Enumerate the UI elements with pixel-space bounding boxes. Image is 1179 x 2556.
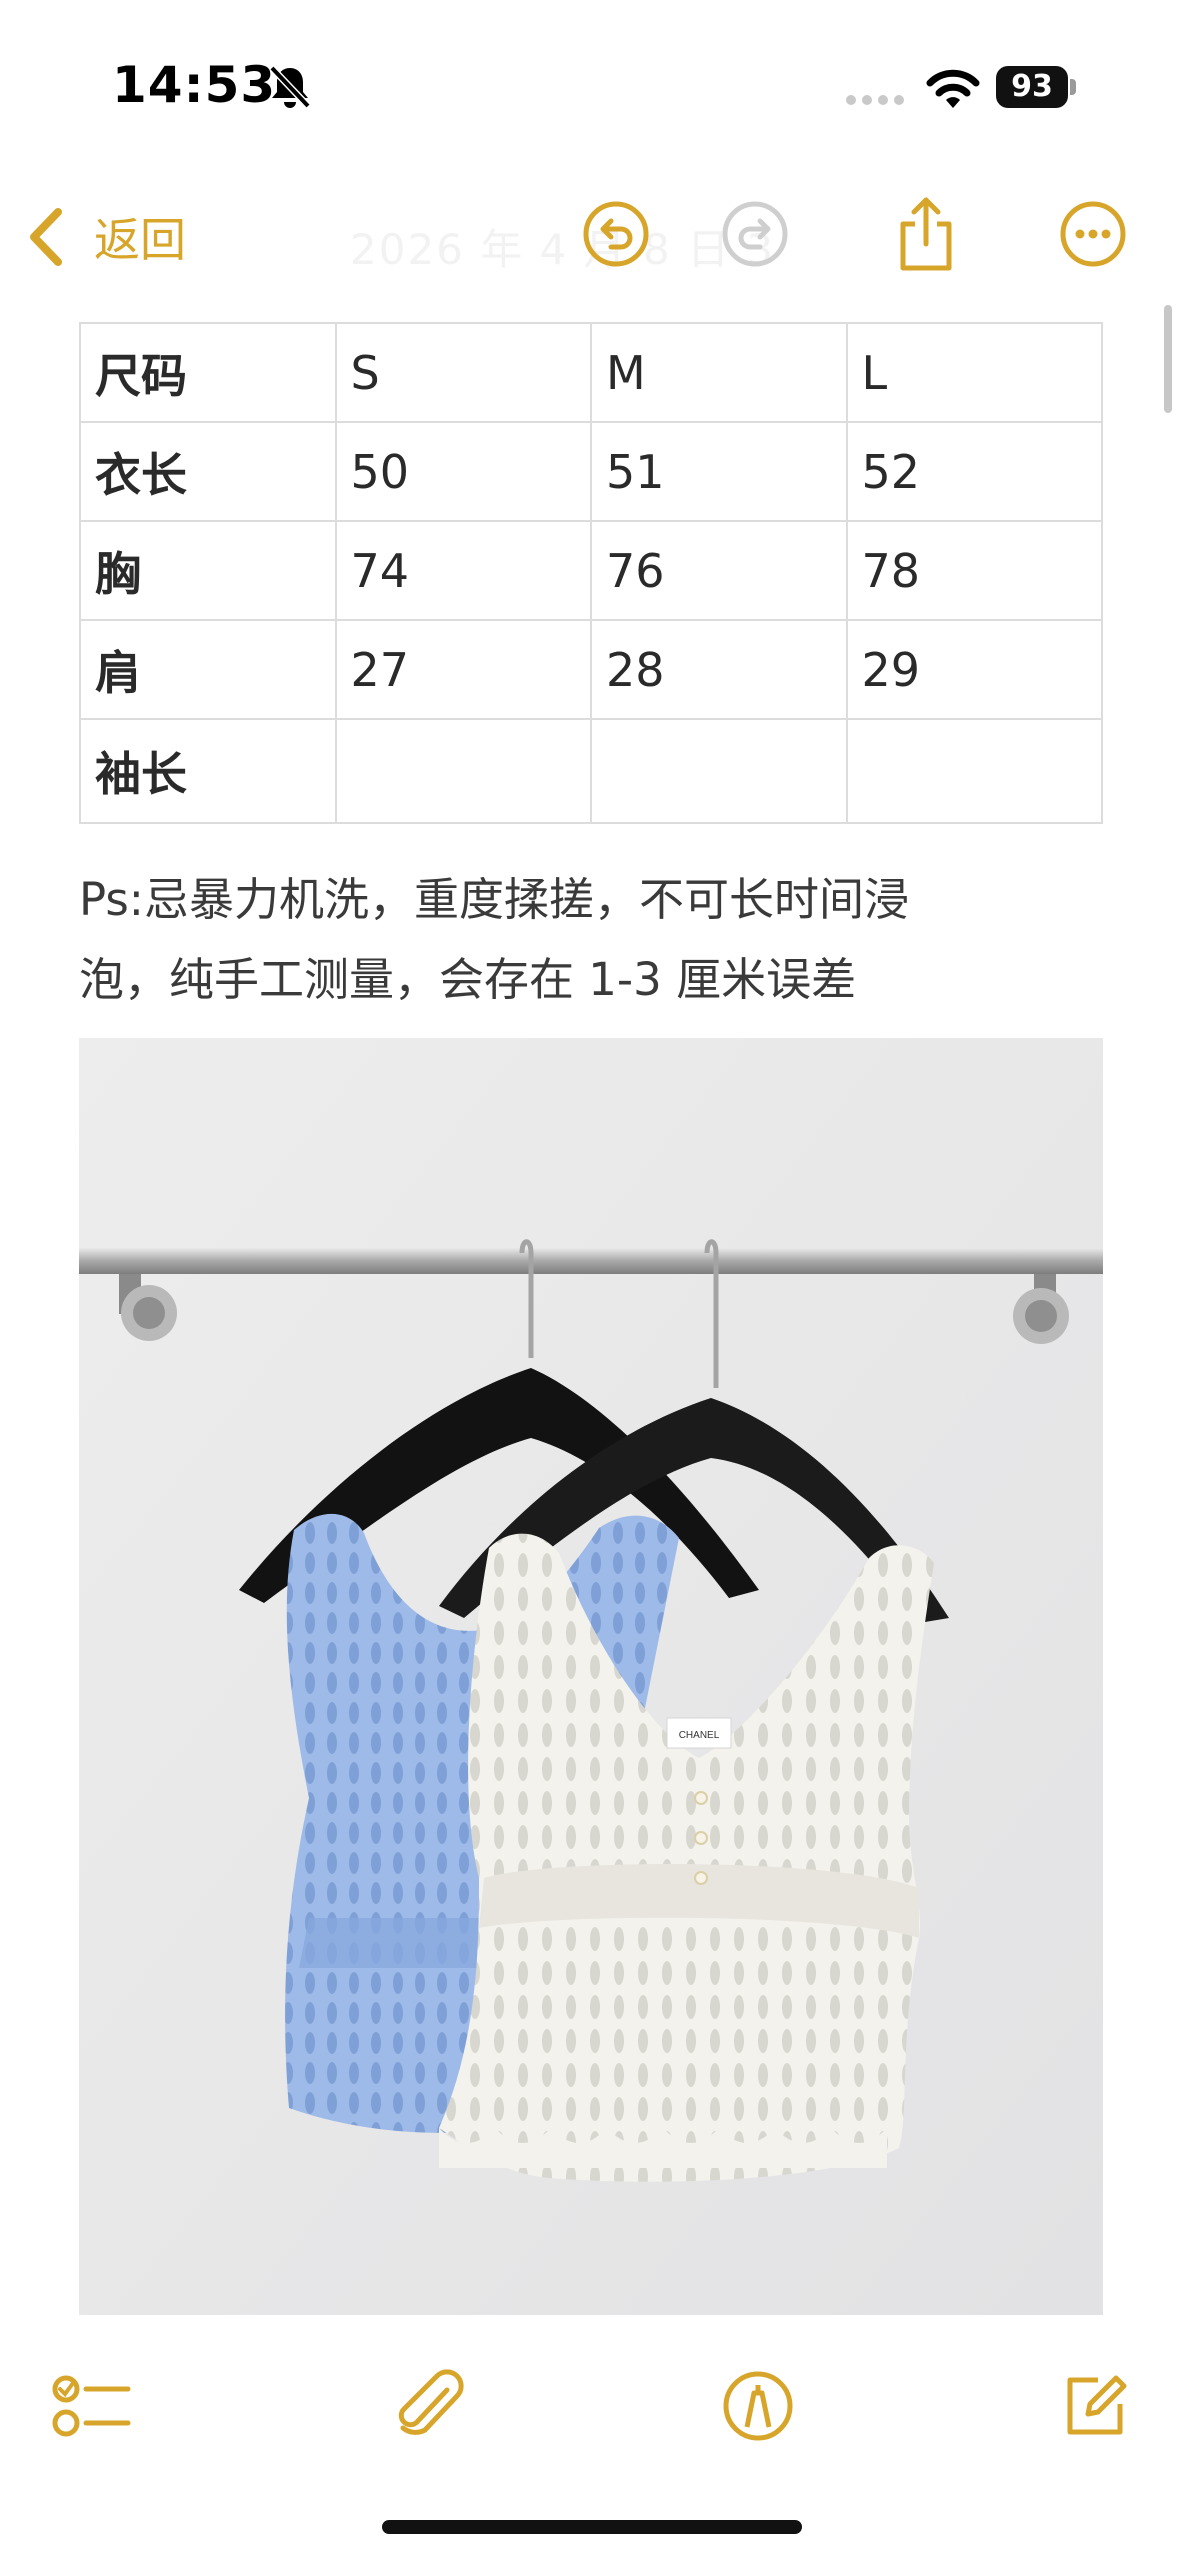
table-cell[interactable]: 78 bbox=[845, 520, 1103, 621]
table-cell[interactable] bbox=[590, 718, 848, 824]
markup-pen-icon bbox=[723, 2371, 793, 2441]
chevron-left-icon bbox=[30, 208, 62, 266]
table-cell[interactable]: 28 bbox=[590, 619, 848, 720]
table-cell[interactable]: 29 bbox=[845, 619, 1103, 720]
table-cell[interactable] bbox=[845, 718, 1103, 824]
product-photo[interactable]: CHANEL bbox=[79, 1038, 1103, 2315]
markup-button[interactable] bbox=[708, 2356, 808, 2456]
table-row: 袖长 bbox=[79, 718, 1103, 824]
note-line: Ps:忌暴力机洗，重度揉搓，不可长时间浸 bbox=[79, 873, 909, 926]
table-cell[interactable] bbox=[334, 718, 592, 824]
compose-button[interactable] bbox=[1044, 2356, 1144, 2456]
brand-label: CHANEL bbox=[679, 1730, 720, 1741]
more-button[interactable] bbox=[1043, 184, 1143, 284]
table-cell[interactable]: 74 bbox=[334, 520, 592, 621]
knit-tops-illustration: CHANEL bbox=[79, 1038, 1103, 2315]
battery-level: 93 bbox=[996, 66, 1068, 108]
table-cell[interactable]: 51 bbox=[590, 421, 848, 522]
bell-slash-icon bbox=[269, 65, 311, 109]
back-label: 返回 bbox=[94, 213, 186, 267]
compose-icon bbox=[1067, 2375, 1127, 2435]
redo-icon bbox=[722, 201, 788, 267]
checklist-button[interactable] bbox=[42, 2356, 142, 2456]
table-row: 肩 27 28 29 bbox=[79, 619, 1103, 720]
signal-icon bbox=[846, 95, 904, 105]
table-header-cell[interactable]: M bbox=[590, 322, 848, 423]
clothes-rail bbox=[79, 1248, 1103, 1274]
table-header-cell[interactable]: S bbox=[334, 322, 592, 423]
battery-nub bbox=[1070, 79, 1076, 95]
size-table: 尺码 S M L 衣长 50 51 52 胸 74 76 78 肩 27 28 … bbox=[79, 322, 1103, 824]
wifi-icon bbox=[926, 69, 980, 108]
redo-button[interactable] bbox=[705, 184, 805, 284]
battery-icon: 93 bbox=[996, 66, 1076, 108]
table-cell[interactable]: 胸 bbox=[79, 520, 337, 621]
table-header-cell[interactable]: L bbox=[845, 322, 1103, 423]
home-indicator[interactable] bbox=[382, 2520, 802, 2534]
table-header-cell[interactable]: 尺码 bbox=[79, 322, 337, 423]
more-icon bbox=[1060, 201, 1126, 267]
back-button[interactable]: 返回 bbox=[26, 192, 186, 282]
table-cell[interactable]: 50 bbox=[334, 421, 592, 522]
table-cell[interactable]: 袖长 bbox=[79, 718, 337, 824]
paperclip-icon bbox=[398, 2369, 464, 2435]
table-row: 衣长 50 51 52 bbox=[79, 421, 1103, 522]
bottom-toolbar bbox=[0, 2330, 1179, 2460]
note-body-text[interactable]: Ps:忌暴力机洗，重度揉搓，不可长时间浸 泡，纯手工测量，会存在 1-3 厘米误… bbox=[79, 860, 1119, 1020]
share-button[interactable] bbox=[876, 184, 976, 284]
note-line: 泡，纯手工测量，会存在 1-3 厘米误差 bbox=[79, 953, 857, 1006]
nav-bar: 返回 2026 年 4 月 8 日 3 bbox=[0, 170, 1179, 305]
table-cell[interactable]: 27 bbox=[334, 619, 592, 720]
status-time: 14:53 bbox=[112, 56, 277, 114]
table-cell[interactable]: 衣长 bbox=[79, 421, 337, 522]
table-row: 胸 74 76 78 bbox=[79, 520, 1103, 621]
scroll-indicator[interactable] bbox=[1164, 305, 1172, 413]
table-header-row: 尺码 S M L bbox=[79, 322, 1103, 423]
status-bar: 14:53 93 bbox=[0, 0, 1179, 170]
undo-button[interactable] bbox=[566, 184, 666, 284]
table-cell[interactable]: 52 bbox=[845, 421, 1103, 522]
table-cell[interactable]: 76 bbox=[590, 520, 848, 621]
share-icon bbox=[900, 197, 952, 271]
checklist-icon bbox=[52, 2375, 131, 2437]
table-cell[interactable]: 肩 bbox=[79, 619, 337, 720]
attachment-button[interactable] bbox=[380, 2356, 480, 2456]
undo-icon bbox=[583, 201, 649, 267]
